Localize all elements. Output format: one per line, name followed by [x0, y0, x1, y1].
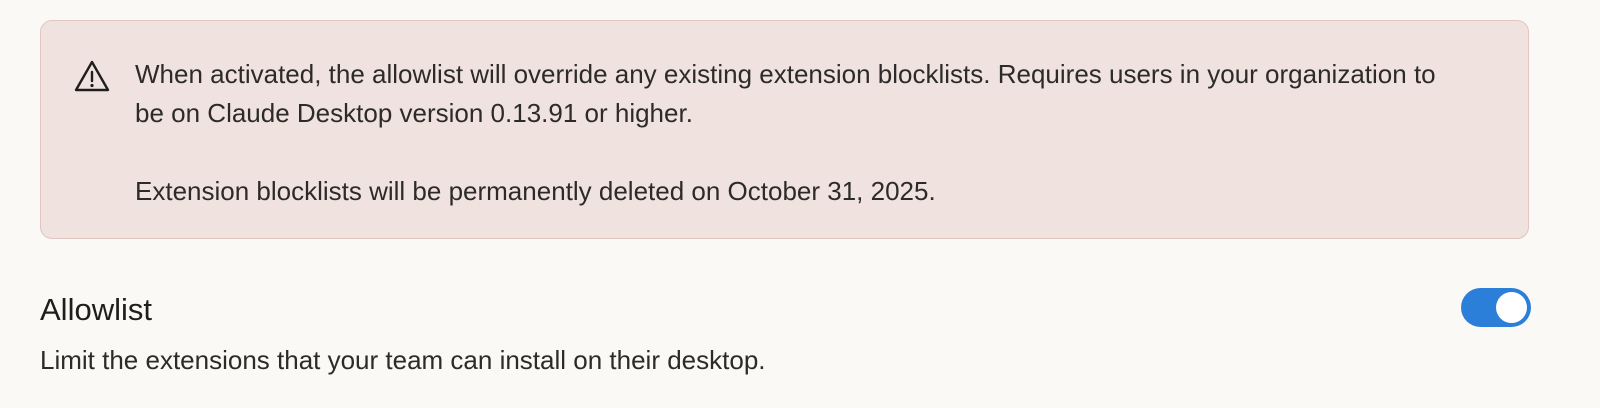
- toggle-knob: [1496, 292, 1527, 323]
- warning-paragraph-requirements: When activated, the allowlist will overr…: [135, 59, 1436, 128]
- warning-banner: When activated, the allowlist will overr…: [40, 20, 1529, 239]
- warning-paragraph-deletion-date: Extension blocklists will be permanently…: [135, 176, 936, 206]
- allowlist-toggle[interactable]: [1461, 288, 1531, 327]
- allowlist-description: Limit the extensions that your team can …: [40, 345, 766, 375]
- warning-message: When activated, the allowlist will overr…: [135, 55, 1465, 211]
- warning-triangle-icon: [73, 59, 111, 93]
- allowlist-title: Allowlist: [40, 292, 152, 327]
